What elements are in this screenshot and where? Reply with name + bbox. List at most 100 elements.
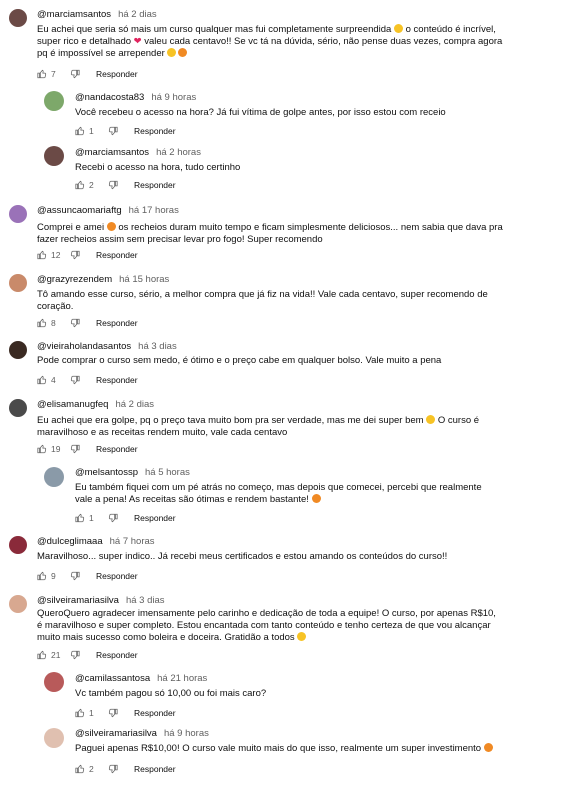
like-count: 12 bbox=[51, 250, 61, 260]
avatar[interactable] bbox=[44, 91, 64, 111]
avatar[interactable] bbox=[44, 672, 64, 692]
avatar[interactable] bbox=[9, 205, 27, 223]
like-count: 19 bbox=[51, 444, 61, 454]
avatar[interactable] bbox=[44, 146, 64, 166]
comment-time[interactable]: há 2 dias bbox=[118, 9, 157, 20]
comment-author[interactable]: @vieiraholandasantos bbox=[37, 341, 131, 352]
like-button[interactable]: 1 bbox=[75, 513, 99, 523]
reply-button[interactable]: Responder bbox=[96, 444, 138, 454]
avatar[interactable] bbox=[9, 595, 27, 613]
thumbs-down-icon bbox=[108, 708, 118, 718]
avatar[interactable] bbox=[9, 341, 27, 359]
comment-time[interactable]: há 9 horas bbox=[151, 92, 196, 103]
comment-time[interactable]: há 3 dias bbox=[126, 595, 165, 606]
comment-author[interactable]: @elisamanugfeq bbox=[37, 399, 108, 410]
reply-button[interactable]: Responder bbox=[96, 69, 138, 79]
reply-button[interactable]: Responder bbox=[134, 708, 176, 718]
dislike-button[interactable] bbox=[70, 69, 80, 79]
comment-time[interactable]: há 9 horas bbox=[164, 728, 209, 739]
thumbs-down-icon bbox=[108, 126, 118, 136]
avatar[interactable] bbox=[9, 536, 27, 554]
thumbs-up-icon bbox=[37, 69, 47, 79]
comment-author[interactable]: @melsantossp bbox=[75, 467, 138, 478]
thumbs-up-icon bbox=[75, 180, 85, 190]
comment-author[interactable]: @silveiramariasilva bbox=[75, 728, 157, 739]
reply-button[interactable]: Responder bbox=[96, 375, 138, 385]
comment-time[interactable]: há 2 horas bbox=[156, 147, 201, 158]
avatar[interactable] bbox=[9, 9, 27, 27]
dislike-button[interactable] bbox=[70, 318, 80, 328]
comment-author[interactable]: @silveiramariasilva bbox=[37, 595, 119, 606]
reply-button[interactable]: Responder bbox=[96, 650, 138, 660]
comment-author[interactable]: @nandacosta83 bbox=[75, 92, 144, 103]
like-button[interactable]: 9 bbox=[37, 571, 61, 581]
comment-time[interactable]: há 5 horas bbox=[145, 467, 190, 478]
dislike-button[interactable] bbox=[108, 180, 118, 190]
comment-text: Eu achei que seria só mais um curso qual… bbox=[37, 24, 503, 59]
like-button[interactable]: 8 bbox=[37, 318, 61, 328]
dislike-button[interactable] bbox=[108, 764, 118, 774]
like-button[interactable]: 2 bbox=[75, 764, 99, 774]
reply-button[interactable]: Responder bbox=[134, 513, 176, 523]
comment-author[interactable]: @marciamsantos bbox=[37, 9, 111, 20]
dislike-button[interactable] bbox=[108, 708, 118, 718]
reply-button[interactable]: Responder bbox=[96, 318, 138, 328]
comment-text: Tô amando esse curso, sério, a melhor co… bbox=[37, 289, 488, 312]
reply-button[interactable]: Responder bbox=[134, 180, 176, 190]
like-button[interactable]: 12 bbox=[37, 250, 61, 260]
comment-time[interactable]: há 2 dias bbox=[115, 399, 154, 410]
avatar[interactable] bbox=[44, 467, 64, 487]
reply-comment: @camilassantosa há 21 horas Vc também pag… bbox=[0, 665, 562, 722]
comment: @silveiramariasilva há 3 dias QueroQuero … bbox=[0, 590, 562, 665]
comment-text: QueroQuero agradecer imensamente pelo ca… bbox=[37, 608, 496, 643]
dislike-button[interactable] bbox=[70, 650, 80, 660]
comment-text: Pode comprar o curso sem medo, é ótimo e… bbox=[37, 355, 442, 366]
like-button[interactable]: 2 bbox=[75, 180, 99, 190]
like-count: 21 bbox=[51, 650, 61, 660]
comment-author[interactable]: @marciamsantos bbox=[75, 147, 149, 158]
dislike-button[interactable] bbox=[108, 126, 118, 136]
like-count: 1 bbox=[89, 708, 94, 718]
dislike-button[interactable] bbox=[70, 250, 80, 260]
thumbs-up-icon bbox=[75, 513, 85, 523]
comment-time[interactable]: há 15 horas bbox=[119, 274, 169, 285]
reply-button[interactable]: Responder bbox=[134, 126, 176, 136]
like-button[interactable]: 1 bbox=[75, 126, 99, 136]
reply-button[interactable]: Responder bbox=[134, 764, 176, 774]
comment-time[interactable]: há 3 dias bbox=[138, 341, 177, 352]
dislike-button[interactable] bbox=[108, 513, 118, 523]
like-count: 8 bbox=[51, 318, 56, 328]
comment-text: Você recebeu o acesso na hora? Já fui ví… bbox=[75, 107, 446, 118]
reply-comment: @silveiramariasilva há 9 horas Paguei ape… bbox=[0, 722, 562, 782]
like-button[interactable]: 7 bbox=[37, 69, 61, 79]
comment-time[interactable]: há 21 horas bbox=[157, 673, 207, 684]
avatar[interactable] bbox=[9, 274, 27, 292]
comment-author[interactable]: @camilassantosa bbox=[75, 673, 150, 684]
dislike-button[interactable] bbox=[70, 444, 80, 454]
comment-author[interactable]: @grazyrezendem bbox=[37, 274, 112, 285]
comment-time[interactable]: há 17 horas bbox=[129, 205, 179, 216]
avatar[interactable] bbox=[44, 728, 64, 748]
like-button[interactable]: 1 bbox=[75, 708, 99, 718]
comment-author[interactable]: @assuncaomariaftg bbox=[37, 205, 122, 216]
reply-button[interactable]: Responder bbox=[96, 250, 138, 260]
comment-author[interactable]: @dulceglimaaa bbox=[37, 536, 103, 547]
praying-emoji-icon bbox=[483, 743, 493, 752]
like-button[interactable]: 4 bbox=[37, 375, 61, 385]
heart-eyes-emoji-icon bbox=[106, 222, 116, 231]
comment-time[interactable]: há 7 horas bbox=[110, 536, 155, 547]
comment: @assuncaomariaftg há 17 horas Comprei e a… bbox=[0, 200, 562, 265]
reply-button[interactable]: Responder bbox=[96, 571, 138, 581]
sparkle-emoji-icon bbox=[167, 48, 177, 57]
thumbs-down-icon bbox=[70, 571, 80, 581]
dislike-button[interactable] bbox=[70, 571, 80, 581]
like-button[interactable]: 19 bbox=[37, 444, 61, 454]
dislike-button[interactable] bbox=[70, 375, 80, 385]
like-count: 2 bbox=[89, 764, 94, 774]
comment-text: Paguei apenas R$10,00! O curso vale muit… bbox=[75, 743, 545, 755]
reply-comment: @nandacosta83 há 9 horas Você recebeu o a… bbox=[0, 85, 562, 142]
comment: @dulceglimaaa há 7 horas Maravilhoso... s… bbox=[0, 530, 562, 590]
thumbs-up-icon bbox=[37, 571, 47, 581]
like-button[interactable]: 21 bbox=[37, 650, 61, 660]
avatar[interactable] bbox=[9, 399, 27, 417]
